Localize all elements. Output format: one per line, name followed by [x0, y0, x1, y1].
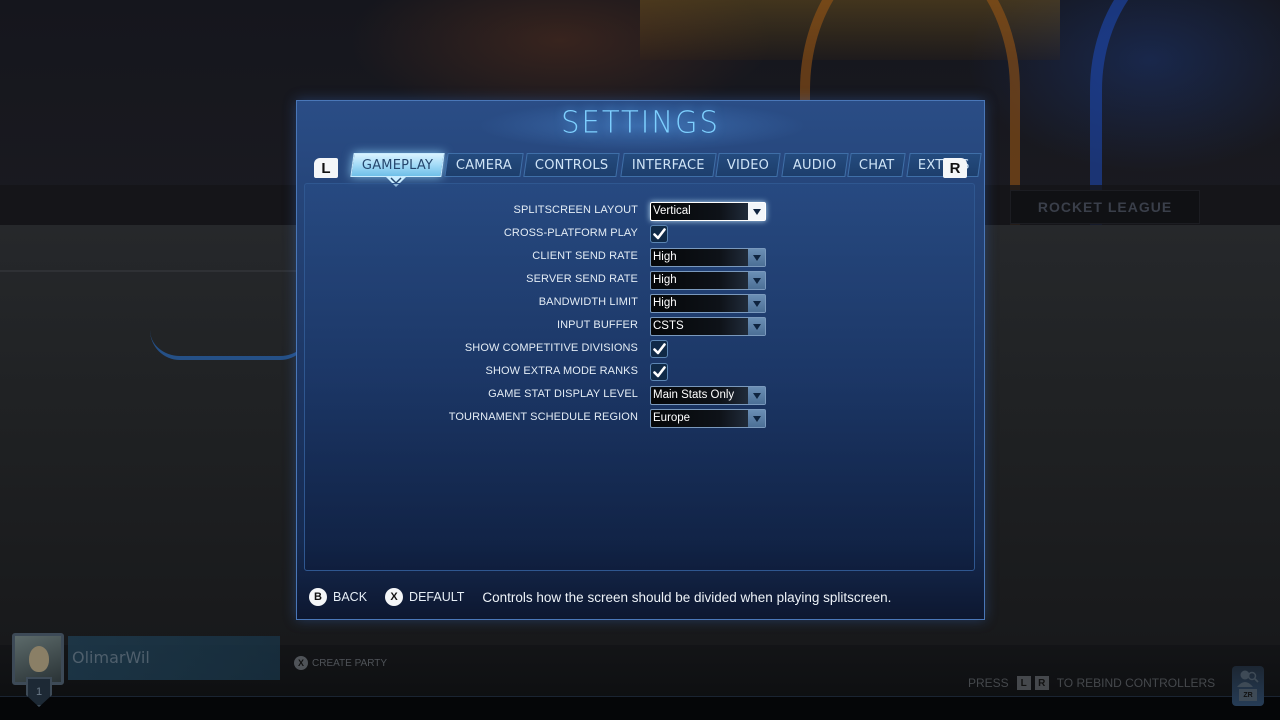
show-competitive-divisions-checkbox[interactable]	[650, 340, 668, 358]
chevron-down-icon	[748, 249, 765, 266]
default-label: DEFAULT	[409, 590, 465, 604]
tab-gameplay[interactable]: GAMEPLAY	[350, 153, 445, 177]
create-party-button[interactable]: X CREATE PARTY	[294, 656, 387, 670]
setting-row-game-stat-display-level: GAME STAT DISPLAY LEVEL Main Stats Only	[305, 386, 976, 406]
setting-label: BANDWIDTH LIMIT	[538, 296, 638, 308]
back-label: BACK	[333, 590, 368, 604]
rebind-hint: PRESS L R TO REBIND CONTROLLERS	[968, 676, 1215, 690]
setting-row-splitscreen-layout: SPLITSCREEN LAYOUT Vertical	[305, 202, 976, 222]
tab-camera[interactable]: CAMERA	[444, 153, 524, 177]
tab-label: GAMEPLAY	[362, 157, 434, 173]
zr-key-icon: ZR	[1239, 689, 1257, 701]
back-button[interactable]: B BACK	[309, 588, 367, 606]
dropdown-value: Europe	[653, 412, 691, 424]
tab-video[interactable]: VIDEO	[715, 153, 782, 177]
checkmark-icon	[652, 343, 666, 355]
b-button-icon: B	[309, 588, 327, 606]
setting-row-tournament-schedule-region: TOURNAMENT SCHEDULE REGION Europe	[305, 409, 976, 429]
bottom-bar	[0, 697, 1280, 720]
rebind-prefix: PRESS	[968, 676, 1009, 690]
chevron-down-icon	[748, 272, 765, 289]
floor-line	[0, 270, 300, 272]
player-name-plate: OlimarWil	[68, 636, 280, 680]
splitscreen-layout-dropdown[interactable]: Vertical	[650, 202, 766, 221]
setting-row-cross-platform-play: CROSS-PLATFORM PLAY	[305, 225, 976, 245]
server-send-rate-dropdown[interactable]: High	[650, 271, 766, 290]
tab-chat[interactable]: CHAT	[847, 153, 907, 177]
tournament-schedule-region-dropdown[interactable]: Europe	[650, 409, 766, 428]
tab-controls[interactable]: CONTROLS	[523, 153, 621, 177]
settings-tabs: GAMEPLAY CAMERA CONTROLS INTERFACE VIDEO AUDI…	[350, 153, 981, 177]
tab-label: CONTROLS	[535, 157, 609, 173]
setting-row-client-send-rate: CLIENT SEND RATE High	[305, 248, 976, 268]
rocket-league-banner: ROCKET LEAGUE	[1010, 190, 1200, 224]
chevron-down-icon	[748, 295, 765, 312]
tab-label: INTERFACE	[631, 157, 705, 173]
setting-row-bandwidth-limit: BANDWIDTH LIMIT High	[305, 294, 976, 314]
setting-row-server-send-rate: SERVER SEND RATE High	[305, 271, 976, 291]
tab-label: VIDEO	[727, 157, 770, 173]
client-send-rate-dropdown[interactable]: High	[650, 248, 766, 267]
setting-label: SHOW EXTRA MODE RANKS	[485, 365, 638, 377]
dropdown-value: Vertical	[653, 205, 691, 217]
cross-platform-play-checkbox[interactable]	[650, 225, 668, 243]
right-bumper-icon[interactable]: R	[943, 158, 967, 178]
default-button[interactable]: X DEFAULT	[385, 588, 464, 606]
setting-label: SERVER SEND RATE	[526, 273, 638, 285]
chevron-down-icon	[748, 410, 765, 427]
setting-row-show-competitive-divisions: SHOW COMPETITIVE DIVISIONS	[305, 340, 976, 360]
checkmark-icon	[652, 228, 666, 240]
x-button-icon: X	[294, 656, 308, 670]
tab-label: CAMERA	[456, 157, 513, 173]
left-bumper-icon[interactable]: L	[314, 158, 338, 178]
create-party-label: CREATE PARTY	[312, 657, 388, 669]
checkmark-icon	[652, 366, 666, 378]
setting-row-show-extra-mode-ranks: SHOW EXTRA MODE RANKS	[305, 363, 976, 383]
setting-label: SPLITSCREEN LAYOUT	[513, 204, 638, 216]
floor-marking	[150, 330, 310, 360]
tab-label: CHAT	[859, 157, 895, 173]
dropdown-value: High	[653, 274, 677, 286]
show-extra-mode-ranks-checkbox[interactable]	[650, 363, 668, 381]
avatar-face	[29, 646, 49, 672]
chevron-down-icon	[748, 203, 765, 220]
friends-search-icon	[1237, 670, 1259, 687]
setting-label: GAME STAT DISPLAY LEVEL	[488, 388, 638, 400]
bandwidth-limit-dropdown[interactable]: High	[650, 294, 766, 313]
input-buffer-dropdown[interactable]: CSTS	[650, 317, 766, 336]
dropdown-value: High	[653, 251, 677, 263]
settings-panel: SETTINGS L GAMEPLAY CAMERA CONTROLS INTERFA…	[296, 100, 985, 620]
x-button-icon: X	[385, 588, 404, 606]
setting-label: CROSS-PLATFORM PLAY	[503, 227, 638, 239]
dropdown-value: High	[653, 297, 677, 309]
chevron-down-icon	[748, 387, 765, 404]
setting-description: Controls how the screen should be divide…	[482, 589, 892, 605]
rebind-suffix: TO REBIND CONTROLLERS	[1056, 676, 1216, 690]
l-key-icon: L	[1016, 676, 1031, 690]
setting-label: SHOW COMPETITIVE DIVISIONS	[464, 342, 638, 354]
tab-label: AUDIO	[792, 157, 837, 173]
player-name: OlimarWil	[72, 648, 150, 667]
dropdown-value: Main Stats Only	[653, 389, 735, 401]
page-title: SETTINGS	[561, 104, 720, 140]
chevron-down-icon	[748, 318, 765, 335]
tab-audio[interactable]: AUDIO	[780, 153, 848, 177]
r-key-icon: R	[1034, 676, 1049, 690]
game-stat-display-level-dropdown[interactable]: Main Stats Only	[650, 386, 766, 405]
setting-label: CLIENT SEND RATE	[532, 250, 638, 262]
setting-label: INPUT BUFFER	[556, 319, 638, 331]
friends-button[interactable]: ZR	[1232, 666, 1264, 706]
setting-label: TOURNAMENT SCHEDULE REGION	[448, 411, 638, 423]
settings-content: SPLITSCREEN LAYOUT Vertical CROSS-PLATFORM…	[304, 183, 975, 571]
dropdown-value: CSTS	[653, 320, 684, 332]
footer-bar: B BACK X DEFAULT Controls how the screen…	[309, 587, 891, 607]
tab-interface[interactable]: INTERFACE	[619, 153, 717, 177]
setting-row-input-buffer: INPUT BUFFER CSTS	[305, 317, 976, 337]
